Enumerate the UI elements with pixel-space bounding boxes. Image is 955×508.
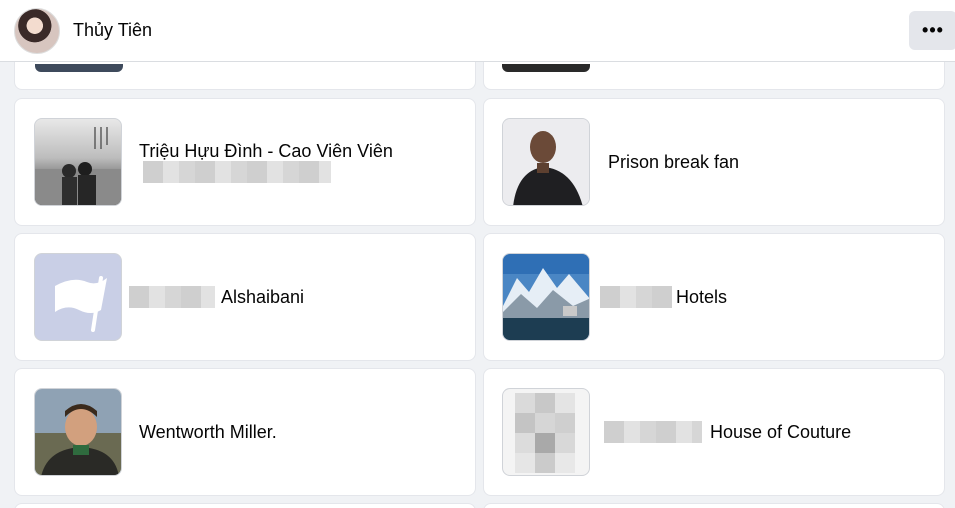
list-item[interactable]: Wentworth Miller. xyxy=(14,368,476,496)
avatar[interactable] xyxy=(14,8,60,54)
page-thumbnail[interactable] xyxy=(502,253,590,341)
list-item[interactable]: Hotels xyxy=(483,233,945,361)
list-item-partial[interactable] xyxy=(14,503,476,508)
page-thumbnail[interactable] xyxy=(34,388,122,476)
list-item-partial[interactable] xyxy=(483,503,945,508)
list-item[interactable]: Triệu Hựu Đình - Cao Viên Viên xyxy=(14,98,476,226)
page-name[interactable]: Triệu Hựu Đình - Cao Viên Viên xyxy=(139,141,393,162)
more-options-button[interactable]: ••• xyxy=(909,11,955,50)
list-item[interactable]: Prison break fan xyxy=(483,98,945,226)
page-flag-icon[interactable] xyxy=(34,253,122,341)
profile-header: Thủy Tiên ••• xyxy=(0,0,955,62)
profile-name[interactable]: Thủy Tiên xyxy=(73,20,152,41)
page-name[interactable]: Alshaibani xyxy=(221,287,304,308)
page-thumbnail[interactable] xyxy=(502,118,590,206)
thumbnail-partial xyxy=(35,64,123,72)
page-name[interactable]: Prison break fan xyxy=(608,152,739,173)
page-name[interactable]: Hotels xyxy=(676,287,727,308)
redacted-text xyxy=(604,421,702,443)
page-thumbnail[interactable] xyxy=(502,388,590,476)
list-item[interactable]: House of Couture xyxy=(483,368,945,496)
thumbnail-partial xyxy=(502,64,590,72)
redacted-text xyxy=(600,286,672,308)
redacted-text xyxy=(143,161,331,183)
page-name[interactable]: House of Couture xyxy=(710,422,851,443)
page-name[interactable]: Wentworth Miller. xyxy=(139,422,277,443)
list-item[interactable]: Alshaibani xyxy=(14,233,476,361)
page-thumbnail[interactable] xyxy=(34,118,122,206)
redacted-text xyxy=(129,286,215,308)
